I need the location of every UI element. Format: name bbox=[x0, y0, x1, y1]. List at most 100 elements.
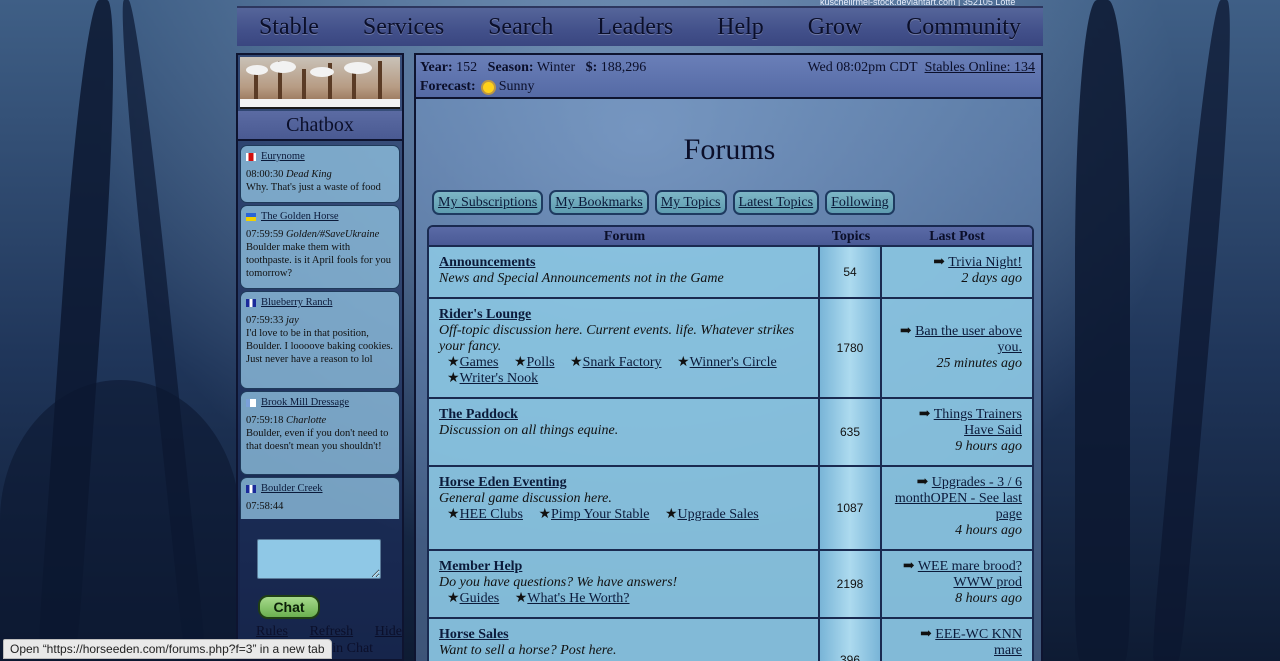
country-flag-icon bbox=[246, 212, 256, 221]
chat-message-meta: 07:58:44 bbox=[246, 500, 394, 513]
chat-display-name: Dead King bbox=[285, 169, 332, 180]
chat-username-link[interactable]: Boulder Creek bbox=[261, 482, 323, 495]
forum-title-link[interactable]: Member Help bbox=[439, 559, 808, 575]
forum-title-link[interactable]: Announcements bbox=[439, 255, 808, 271]
last-post-link[interactable]: Upgrades - 3 / 6 monthOPEN - See last pa… bbox=[895, 475, 1022, 522]
star-icon: ★ bbox=[447, 507, 460, 522]
tab-latest-topics[interactable]: Latest Topics bbox=[732, 190, 820, 215]
arrow-right-icon: ➡ bbox=[933, 255, 945, 270]
subforum-link[interactable]: Games bbox=[460, 355, 499, 370]
chat-message-input[interactable] bbox=[257, 539, 381, 579]
forecast: Forecast: Sunny bbox=[420, 79, 535, 95]
forum-description: General game discussion here. bbox=[439, 491, 612, 506]
forum-description: Do you have questions? We have answers! bbox=[439, 575, 678, 590]
top-navigation: Stable Services Search Leaders Help Grow… bbox=[237, 6, 1043, 46]
last-post-cell: ➡ EEE-WC KNN mare bbox=[882, 619, 1032, 661]
last-post-link[interactable]: Things Trainers Have Said bbox=[934, 407, 1022, 438]
chat-hide-link[interactable]: Hide bbox=[375, 624, 402, 640]
tab-my-topics[interactable]: My Topics bbox=[654, 190, 727, 215]
column-header-topics: Topics bbox=[831, 229, 871, 244]
background-tree bbox=[0, 380, 240, 661]
subforum-link[interactable]: Polls bbox=[527, 355, 555, 370]
nav-leaders[interactable]: Leaders bbox=[597, 14, 673, 41]
last-post-time: 8 hours ago bbox=[955, 591, 1022, 606]
chat-time: 07:59:59 bbox=[246, 229, 284, 240]
last-post-link[interactable]: WEE mare brood? WWW prod bbox=[918, 559, 1022, 590]
nav-search[interactable]: Search bbox=[488, 14, 553, 41]
chat-message-header: Brook Mill Dressage bbox=[246, 396, 394, 409]
nav-community[interactable]: Community bbox=[906, 14, 1021, 41]
stables-online-link[interactable]: Stables Online: 134 bbox=[925, 60, 1035, 75]
chat-username-link[interactable]: The Golden Horse bbox=[261, 210, 339, 223]
forecast-value: Sunny bbox=[498, 79, 535, 94]
subforum-link[interactable]: Winner's Circle bbox=[690, 355, 777, 370]
link-status-tooltip: Open “https://horseeden.com/forums.php?f… bbox=[3, 639, 332, 659]
season-value: Winter bbox=[536, 60, 576, 75]
chat-username-link[interactable]: Brook Mill Dressage bbox=[261, 396, 349, 409]
chat-message-text: Boulder, even if you don't need to that … bbox=[246, 428, 389, 452]
tab-my-subscriptions[interactable]: My Subscriptions bbox=[432, 190, 544, 215]
chat-username-link[interactable]: Eurynome bbox=[261, 150, 305, 163]
page-title: Forums bbox=[683, 133, 776, 166]
chat-message-header: Eurynome bbox=[246, 150, 394, 163]
background-tree bbox=[1075, 0, 1130, 661]
year-value: 152 bbox=[456, 60, 478, 75]
subforum-link[interactable]: Guides bbox=[460, 591, 500, 606]
forum-description: News and Special Announcements not in th… bbox=[439, 271, 724, 286]
star-icon: ★ bbox=[447, 591, 460, 606]
forum-tabs: My Subscriptions My Bookmarks My Topics … bbox=[432, 190, 895, 215]
chat-message-text: Boulder make them with toothpaste. is it… bbox=[246, 242, 391, 279]
chat-message: Boulder Creek 07:58:44 bbox=[240, 477, 400, 519]
country-flag-icon bbox=[246, 298, 256, 307]
subforum-link[interactable]: HEE Clubs bbox=[460, 507, 523, 522]
star-icon: ★ bbox=[538, 507, 552, 522]
forum-table-header: Forum Topics Last Post bbox=[429, 227, 1032, 247]
main-chat-link[interactable]: ain Chat bbox=[326, 641, 373, 657]
chat-send-button[interactable]: Chat bbox=[258, 595, 320, 619]
chat-message-meta: 07:59:33 jay bbox=[246, 314, 394, 327]
chat-messages[interactable]: Eurynome 08:00:30 Dead King Why. That's … bbox=[240, 143, 400, 519]
last-post-time: 4 hours ago bbox=[955, 523, 1022, 538]
tab-my-bookmarks[interactable]: My Bookmarks bbox=[549, 190, 649, 215]
chat-refresh-link[interactable]: Refresh bbox=[310, 624, 354, 640]
last-post-link[interactable]: Ban the user above you. bbox=[915, 324, 1022, 355]
status-bar: Year: 152 Season: Winter $: 188,296 Fore… bbox=[414, 53, 1043, 99]
table-row: Member Help Do you have questions? We ha… bbox=[429, 551, 1032, 619]
last-post-cell: ➡ WEE mare brood? WWW prod 8 hours ago bbox=[882, 551, 1032, 617]
forum-cell: Horse Eden Eventing General game discuss… bbox=[429, 467, 820, 549]
server-datetime: Wed 08:02pm CDT bbox=[807, 60, 918, 75]
star-icon: ★ bbox=[664, 507, 678, 522]
last-post-link[interactable]: EEE-WC KNN mare bbox=[935, 627, 1022, 658]
tab-following[interactable]: Following bbox=[825, 190, 895, 215]
forum-title-link[interactable]: Rider's Lounge bbox=[439, 307, 808, 323]
forum-title-link[interactable]: Horse Sales bbox=[439, 627, 808, 643]
topic-count: 635 bbox=[820, 399, 882, 465]
chat-message-header: Boulder Creek bbox=[246, 482, 394, 495]
topic-count: 1780 bbox=[820, 299, 882, 397]
chat-username-link[interactable]: Blueberry Ranch bbox=[261, 296, 332, 309]
nav-help[interactable]: Help bbox=[717, 14, 764, 41]
last-post-cell: ➡ Upgrades - 3 / 6 monthOPEN - See last … bbox=[882, 467, 1032, 549]
forum-title-link[interactable]: The Paddock bbox=[439, 407, 808, 423]
subforum-link[interactable]: Snark Factory bbox=[583, 355, 662, 370]
nav-grow[interactable]: Grow bbox=[808, 14, 863, 41]
nav-services[interactable]: Services bbox=[363, 14, 444, 41]
stable-banner-image bbox=[240, 57, 400, 109]
banner-snow bbox=[246, 65, 268, 75]
subforum-link[interactable]: Writer's Nook bbox=[460, 371, 539, 386]
status-right: Wed 08:02pm CDT Stables Online: 134 bbox=[807, 60, 1035, 76]
star-icon: ★ bbox=[514, 591, 528, 606]
forum-title-link[interactable]: Horse Eden Eventing bbox=[439, 475, 808, 491]
table-row: Announcements News and Special Announcem… bbox=[429, 247, 1032, 299]
subforum-link[interactable]: Pimp Your Stable bbox=[551, 507, 649, 522]
last-post-link[interactable]: Trivia Night! bbox=[948, 255, 1022, 270]
nav-stable[interactable]: Stable bbox=[259, 14, 319, 41]
last-post-cell: ➡ Trivia Night! 2 days ago bbox=[882, 247, 1032, 297]
subforum-link[interactable]: Upgrade Sales bbox=[678, 507, 759, 522]
money-value: 188,296 bbox=[600, 60, 647, 75]
chat-message-meta: 07:59:18 Charlotte bbox=[246, 414, 394, 427]
chatbox-title: Chatbox bbox=[238, 111, 402, 141]
chat-message-text: Why. That's just a waste of food bbox=[246, 182, 381, 193]
subforum-link[interactable]: What's He Worth? bbox=[527, 591, 629, 606]
chat-rules-link[interactable]: Rules bbox=[256, 624, 288, 640]
